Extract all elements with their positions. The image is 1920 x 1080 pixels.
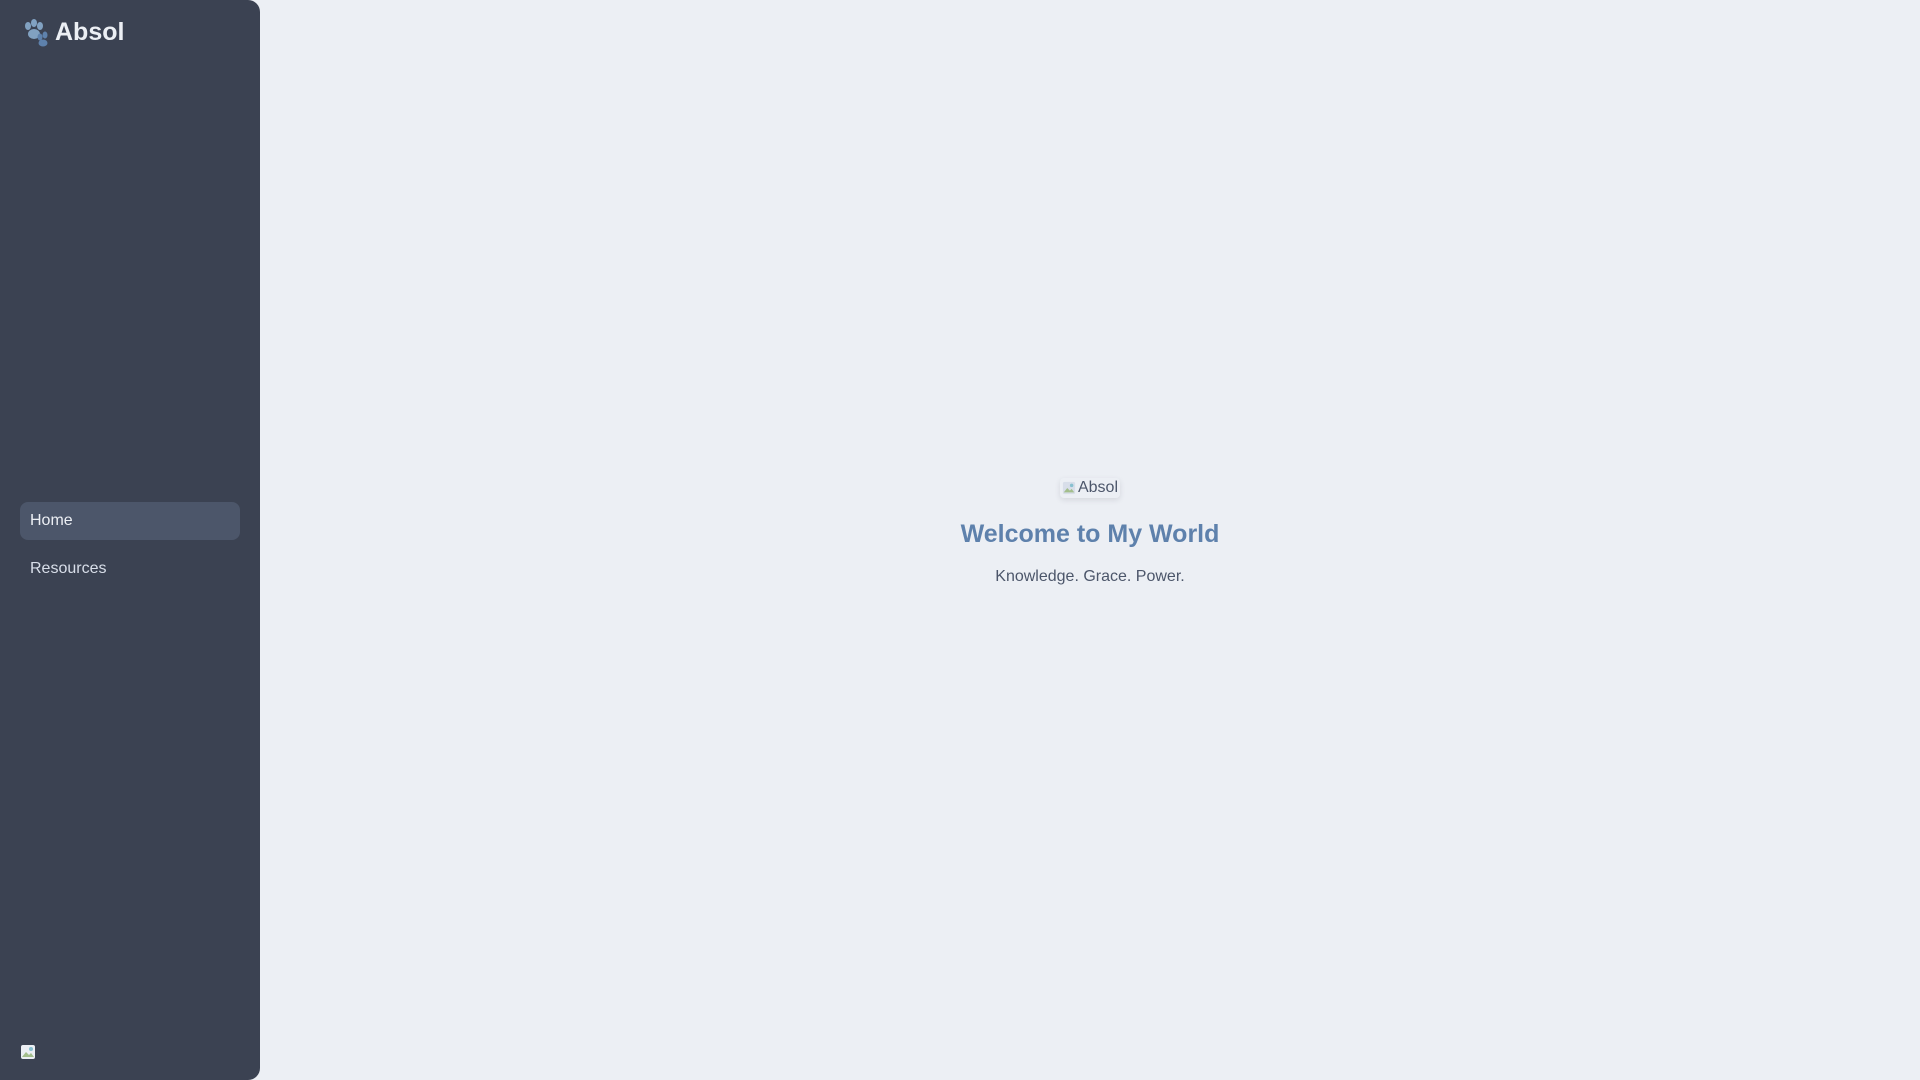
sidebar-item-resources[interactable]: Resources <box>20 550 240 588</box>
brand[interactable]: Absol <box>20 18 124 47</box>
hero-title: Welcome to My World <box>960 520 1220 548</box>
app-root: Absol Home Resources Absol Welcome to My… <box>0 0 1920 1080</box>
paw-icon <box>20 18 49 47</box>
main-content: Absol Welcome to My World Knowledge. Gra… <box>260 0 1920 1080</box>
hero-image: Absol <box>1060 478 1120 498</box>
hero-subtitle: Knowledge. Grace. Power. <box>995 568 1185 585</box>
hero-image-alt: Absol <box>1077 479 1119 496</box>
broken-image-icon <box>1062 481 1076 495</box>
sidebar: Absol Home Resources <box>0 0 260 1080</box>
sidebar-nav: Home Resources <box>20 502 240 598</box>
brand-name: Absol <box>55 18 125 46</box>
broken-image-icon[interactable] <box>20 1044 36 1060</box>
sidebar-item-home[interactable]: Home <box>20 502 240 540</box>
hero: Absol Welcome to My World Knowledge. Gra… <box>260 478 1920 586</box>
